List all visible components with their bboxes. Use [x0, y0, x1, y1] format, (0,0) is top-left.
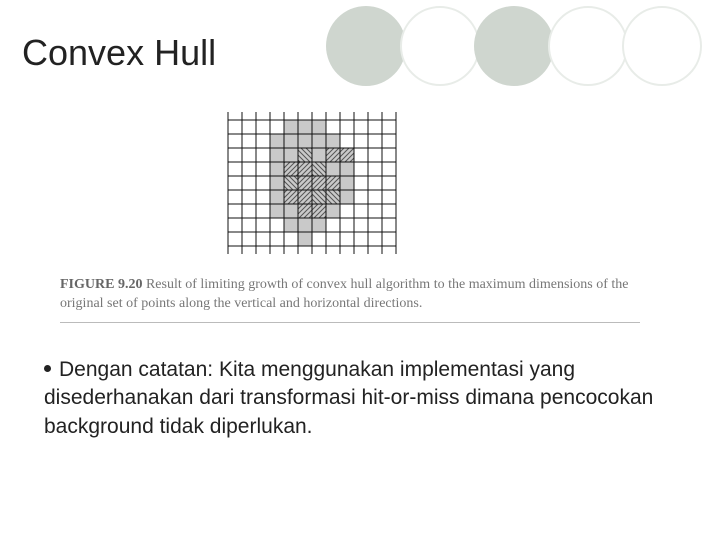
page-title: Convex Hull [22, 32, 216, 74]
circle-icon [326, 6, 406, 86]
circle-icon [548, 6, 628, 86]
figure-caption: FIGURE 9.20 Result of limiting growth of… [60, 276, 640, 323]
grid-diagram [225, 112, 415, 260]
decorative-circles [332, 6, 702, 86]
circle-icon [400, 6, 480, 86]
bullet-icon [44, 365, 51, 372]
figure-label: FIGURE 9.20 [60, 277, 142, 292]
circle-icon [622, 6, 702, 86]
figure [225, 112, 415, 260]
bullet-paragraph: Dengan catatan: Kita menggunakan impleme… [44, 356, 684, 441]
bullet-text: Dengan catatan: Kita menggunakan impleme… [44, 358, 653, 438]
figure-caption-text: Result of limiting growth of convex hull… [60, 277, 629, 311]
circle-icon [474, 6, 554, 86]
